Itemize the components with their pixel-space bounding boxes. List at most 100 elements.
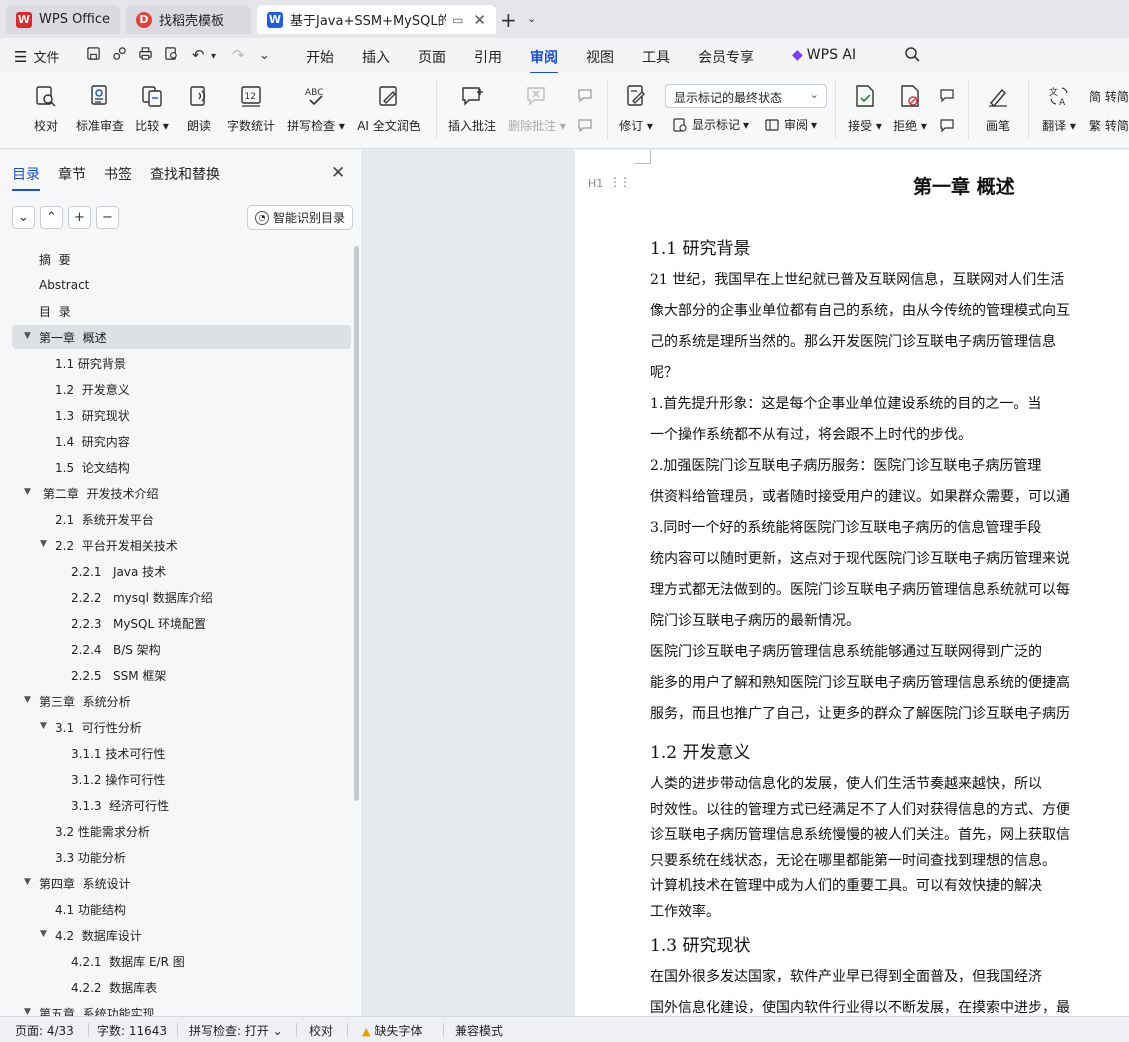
tab-wps-office[interactable]: W WPS Office (6, 5, 120, 34)
menu-insert[interactable]: 插入 (362, 47, 390, 67)
toc-item[interactable]: 2.1 系统开发平台 (12, 507, 351, 531)
expand-arrow-icon[interactable]: ▼ (40, 929, 47, 939)
expand-arrow-icon[interactable]: ▼ (24, 877, 31, 887)
toc-item[interactable]: 2.2.4 B/S 架构 (12, 637, 351, 661)
translate-button[interactable]: 文A 翻译 ▾ (1029, 83, 1089, 134)
print-preview-icon[interactable] (164, 46, 179, 65)
toc-item[interactable]: 4.2.1 数据库 E/R 图 (12, 949, 351, 973)
file-menu-button[interactable]: ☰ 文件 (14, 47, 59, 67)
toc-item[interactable]: 3.2 性能需求分析 (12, 819, 351, 843)
menu-member[interactable]: 会员专享 (698, 47, 754, 67)
ink-pen-button[interactable]: 画笔 (968, 83, 1028, 134)
menu-view[interactable]: 视图 (586, 47, 614, 67)
reject-button[interactable]: 拒绝 ▾ (880, 83, 940, 134)
review-pane-button[interactable]: 审阅 ▾ (764, 116, 817, 133)
expand-arrow-icon[interactable]: ▼ (24, 331, 31, 341)
toc-item[interactable]: ▼ 第一章 概述 (12, 325, 351, 349)
proofread-button[interactable]: 校对 (16, 83, 76, 134)
toc-item[interactable]: ▼ 第四章 系统设计 (12, 871, 351, 895)
standard-review-button[interactable]: 标准审查 (70, 83, 130, 134)
toc-item[interactable]: 3.3 功能分析 (12, 845, 351, 869)
traditional-to-simplified-button[interactable]: 简 转简 (1089, 88, 1129, 105)
toc-item[interactable]: 1.5 论文结构 (12, 455, 351, 479)
search-icon[interactable] (904, 46, 920, 62)
proofread-status[interactable]: 校对 (309, 1022, 333, 1039)
word-count-button[interactable]: 12 字数统计 (221, 83, 281, 134)
toc-item[interactable]: 摘 要 (12, 247, 351, 271)
delete-comment-button[interactable]: 删除批注 ▾ (507, 83, 567, 134)
page-indicator[interactable]: 页面: 4/33 (15, 1022, 74, 1039)
undo-icon[interactable]: ↶ (192, 46, 205, 64)
tab-bookmarks[interactable]: 书签 (104, 164, 132, 184)
menu-references[interactable]: 引用 (474, 47, 502, 67)
insert-comment-button[interactable]: 插入批注 (442, 83, 502, 134)
tab-list-chevron-icon[interactable]: ⌄ (527, 12, 536, 25)
toc-item[interactable]: 3.1.3 经济可行性 (12, 793, 351, 817)
missing-font-status[interactable]: ▲ 缺失字体 (362, 1022, 422, 1039)
drag-handle-icon[interactable]: ⋮⋮ (609, 175, 631, 189)
show-markup-button[interactable]: 显示标记 ▾ (672, 116, 749, 133)
toc-item[interactable]: ▼ 2.2 平台开发相关技术 (12, 533, 351, 557)
close-pane-icon[interactable]: ✕ (331, 163, 345, 183)
menu-wps-ai[interactable]: ◆ WPS AI (792, 47, 856, 63)
read-aloud-button[interactable]: 朗读 (169, 83, 229, 134)
toc-item[interactable]: 4.2.2 数据库表 (12, 975, 351, 999)
tab-sections[interactable]: 章节 (58, 164, 86, 184)
toc-item[interactable]: ▼ 3.1 可行性分析 (12, 715, 351, 739)
share-link-icon[interactable] (112, 46, 127, 65)
collapse-all-button[interactable]: ⌄ (12, 206, 35, 229)
next-comment-icon[interactable] (577, 117, 597, 133)
tab-current-document[interactable]: W 基于Java+SSM+MySQL的电 ▭ ✕ (257, 5, 496, 34)
expand-arrow-icon[interactable]: ▼ (24, 487, 31, 497)
previous-comment-icon[interactable] (577, 87, 597, 103)
new-tab-plus-icon[interactable]: + (500, 8, 517, 32)
menu-tools[interactable]: 工具 (642, 47, 670, 67)
tab-docer-templates[interactable]: D 找稻壳模板 (126, 5, 251, 34)
toc-item[interactable]: 1.1 研究背景 (12, 351, 351, 375)
next-change-icon[interactable] (939, 117, 959, 133)
word-count-status[interactable]: 字数: 11643 (97, 1022, 167, 1039)
toc-item[interactable]: 2.2.2 mysql 数据库介绍 (12, 585, 351, 609)
tab-find-replace[interactable]: 查找和替换 (150, 164, 220, 184)
toc-item[interactable]: 1.4 研究内容 (12, 429, 351, 453)
toc-item[interactable]: 1.3 研究现状 (12, 403, 351, 427)
toc-item[interactable]: ▼ 第二章 开发技术介绍 (12, 481, 351, 505)
remove-heading-button[interactable]: − (96, 206, 119, 229)
document-page[interactable]: H1 ⋮⋮ 第一章 概述 1.1 研究背景 21 世纪，我国早在上世纪就已普及互… (575, 150, 1129, 1016)
expand-arrow-icon[interactable]: ▼ (24, 1007, 31, 1016)
expand-arrow-icon[interactable]: ▼ (40, 539, 47, 549)
toc-item[interactable]: 1.2 开发意义 (12, 377, 351, 401)
toc-item[interactable]: ▼ 4.2 数据库设计 (12, 923, 351, 947)
toc-item[interactable]: 目 录 (12, 299, 351, 323)
toc-item[interactable]: 4.1 功能结构 (12, 897, 351, 921)
print-icon[interactable] (138, 46, 153, 65)
toc-item[interactable]: Abstract (12, 273, 351, 297)
spell-check-status[interactable]: 拼写检查: 打开 ⌄ (189, 1022, 283, 1039)
toc-item[interactable]: ▼ 第三章 系统分析 (12, 689, 351, 713)
menu-home[interactable]: 开始 (306, 47, 334, 67)
toc-scrollbar[interactable] (354, 246, 359, 801)
add-heading-button[interactable]: + (68, 206, 91, 229)
menu-page[interactable]: 页面 (418, 47, 446, 67)
track-changes-button[interactable]: 修订 ▾ (606, 83, 666, 134)
toc-item[interactable]: 2.2.3 MySQL 环境配置 (12, 611, 351, 635)
expand-arrow-icon[interactable]: ▼ (24, 695, 31, 705)
quick-access-more-icon[interactable]: ⌄ (259, 48, 270, 63)
spell-check-button[interactable]: ABC 拼写检查 ▾ (286, 83, 346, 134)
ai-polish-button[interactable]: AI 全文润色 (357, 83, 421, 134)
previous-change-icon[interactable] (939, 87, 959, 103)
tab-toc[interactable]: 目录 (12, 164, 40, 191)
menu-review[interactable]: 审阅 (530, 47, 558, 74)
simplified-convert-button[interactable]: 繁 转简 (1089, 117, 1129, 134)
toc-item[interactable]: 3.1.2 操作可行性 (12, 767, 351, 791)
undo-dropdown-icon[interactable]: ▾ (211, 51, 216, 62)
toc-item[interactable]: ▼ 第五章 系统功能实现 (12, 1001, 351, 1017)
toc-item[interactable]: 3.1.1 技术可行性 (12, 741, 351, 765)
expand-arrow-icon[interactable]: ▼ (40, 721, 47, 731)
redo-icon[interactable]: ↷ (232, 46, 245, 64)
toc-item[interactable]: 2.2.5 SSM 框架 (12, 663, 351, 687)
smart-toc-button[interactable]: ◔ 智能识别目录 (247, 205, 354, 230)
markup-display-select[interactable]: 显示标记的最终状态 ⌄ (665, 84, 827, 108)
toc-item[interactable]: 2.2.1 Java 技术 (12, 559, 351, 583)
close-tab-icon[interactable]: ✕ (473, 11, 486, 29)
